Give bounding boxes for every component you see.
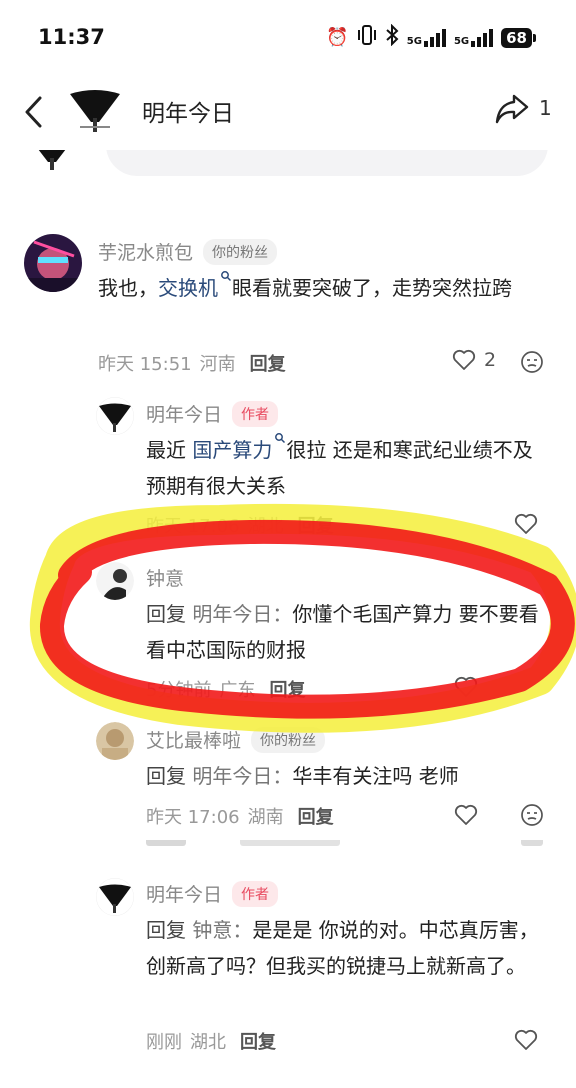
author-badge: 作者 xyxy=(232,400,279,427)
comment-location: 河南 xyxy=(199,354,236,375)
vibrate-icon xyxy=(357,24,377,51)
share-icon xyxy=(495,94,529,124)
page-title: 明年今日 xyxy=(142,101,234,127)
like-button[interactable] xyxy=(514,513,538,535)
comment-text: 回复 明年今日：你懂个毛国产算力 要不要看看中芯国际的财报 xyxy=(146,602,539,662)
heart-icon xyxy=(514,513,538,534)
heart-icon xyxy=(454,804,478,825)
avatar[interactable] xyxy=(96,878,134,916)
reply-target[interactable]: 明年今日： xyxy=(192,602,292,626)
commenter-name[interactable]: 明年今日 xyxy=(146,400,222,427)
signal-5g-icon: 5G xyxy=(454,28,494,47)
comment-location: 湖南 xyxy=(247,807,284,828)
reply-button[interactable]: 回复 xyxy=(250,350,286,376)
share-button[interactable] xyxy=(494,90,530,126)
comment-location: 湖北 xyxy=(247,516,284,537)
topic-link[interactable]: 国产算力 xyxy=(192,433,286,462)
comment-text: 回复 钟意：是是是 你说的对。中芯真厉害，创新高了吗？但我买的锐捷马上就新高了。 xyxy=(146,918,539,978)
reply-button[interactable]: 回复 xyxy=(298,512,334,538)
header-bar: 明年今日 1 xyxy=(0,74,576,150)
like-button[interactable] xyxy=(514,1029,538,1051)
commenter-name[interactable]: 艾比最棒啦 xyxy=(146,726,241,753)
like-count: 2 xyxy=(484,349,497,371)
commenter-name[interactable]: 明年今日 xyxy=(146,880,222,907)
avatar[interactable] xyxy=(96,397,134,435)
comment-text: 回复 明年今日：华丰有关注吗 老师 xyxy=(146,764,459,788)
sad-face-icon xyxy=(521,804,543,826)
fan-badge: 你的粉丝 xyxy=(203,238,278,265)
status-icons: ⏰ 5G 5G 68 xyxy=(326,23,536,51)
status-time: 11:37 xyxy=(38,25,105,49)
screenshot-seam xyxy=(0,840,576,852)
search-icon xyxy=(275,433,286,444)
comment-time: 5分钟前 xyxy=(146,680,212,701)
back-button[interactable] xyxy=(22,94,46,130)
search-icon xyxy=(221,271,232,282)
share-count: 1 xyxy=(539,96,552,120)
heart-icon xyxy=(514,1029,538,1050)
author-badge: 作者 xyxy=(232,880,279,907)
reply-button[interactable]: 回复 xyxy=(298,803,334,829)
heart-icon xyxy=(454,676,478,697)
heart-icon xyxy=(452,349,476,370)
comment-location: 湖北 xyxy=(190,1032,226,1053)
commenter-name[interactable]: 钟意 xyxy=(146,564,184,591)
reply-target[interactable]: 明年今日： xyxy=(192,764,292,788)
like-button[interactable] xyxy=(454,676,478,698)
emoji-reaction-button[interactable] xyxy=(520,350,544,378)
reply-button[interactable]: 回复 xyxy=(269,676,305,702)
sad-face-icon xyxy=(521,351,543,373)
like-button[interactable] xyxy=(454,804,478,826)
signal-5g-icon: 5G xyxy=(407,28,446,47)
comment-time: 昨天 17:06 xyxy=(146,516,240,537)
avatar[interactable] xyxy=(24,234,82,292)
comment-text: 最近 国产算力 很拉 还是和寒武纪业绩不及预期有很大关系 xyxy=(146,432,546,504)
comment-location: 广东 xyxy=(219,680,256,701)
chevron-left-icon xyxy=(25,96,42,128)
battery-indicator: 68 xyxy=(501,27,536,48)
topic-link[interactable]: 交换机 xyxy=(158,271,232,300)
emoji-reaction-button[interactable] xyxy=(520,803,544,831)
commenter-name[interactable]: 芋泥水煎包 xyxy=(98,238,193,265)
bluetooth-icon xyxy=(385,23,399,51)
status-bar: 11:37 ⏰ 5G 5G 68 xyxy=(0,0,576,74)
avatar[interactable] xyxy=(96,562,134,600)
avatar xyxy=(24,150,80,178)
like-button[interactable]: 2 xyxy=(452,349,496,371)
avatar[interactable] xyxy=(96,722,134,760)
comment-time: 刚刚 xyxy=(146,1032,182,1053)
comment-time: 昨天 15:51 xyxy=(98,354,192,375)
reply-button[interactable]: 回复 xyxy=(240,1028,276,1054)
fan-badge: 你的粉丝 xyxy=(251,726,326,753)
comment-text: 我也，交换机 眼看就要突破了，走势突然拉跨 xyxy=(98,270,553,306)
comment-input-row xyxy=(0,150,576,190)
comment-input[interactable] xyxy=(106,150,548,176)
reply-target[interactable]: 钟意： xyxy=(192,918,252,942)
comment-time: 昨天 17:06 xyxy=(146,807,240,828)
author-avatar[interactable] xyxy=(66,80,124,138)
alarm-icon: ⏰ xyxy=(326,27,349,48)
